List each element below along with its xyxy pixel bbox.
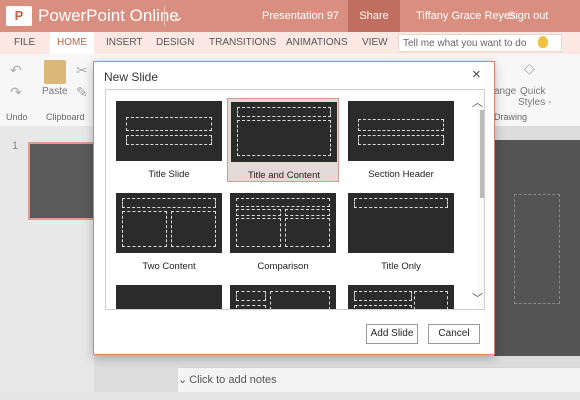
tab-animations[interactable]: ANIMATIONS [286,32,347,54]
title-placeholder [354,198,448,208]
layout-section-header[interactable]: Section Header [345,98,457,182]
chevron-down-icon[interactable]: ⌄ [178,374,187,386]
layout-thumbnail [348,193,454,253]
drawing-group-label: Drawing [494,112,528,122]
layout-blank[interactable] [113,282,225,309]
layout-thumbnail [230,193,336,253]
styles-label[interactable]: Styles - [518,97,551,108]
powerpoint-logo-icon: P [6,6,32,26]
title-placeholder [237,107,331,117]
layout-label: Two Content [142,261,196,272]
tab-view[interactable]: VIEW [362,32,388,54]
scroll-down-icon[interactable]: ﹀ [472,290,483,306]
tab-insert[interactable]: INSERT [106,32,143,54]
slide-placeholder[interactable] [514,194,560,304]
tab-transitions[interactable]: TRANSITIONS [209,32,276,54]
cut-icon[interactable]: ✂ [76,62,88,79]
layout-thumbnail [348,285,454,309]
layout-thumbnail [231,102,337,162]
heading-placeholder-right [285,209,330,216]
text-placeholder [358,135,444,145]
notes-pane[interactable]: ⌄ Click to add notes [178,367,580,392]
layout-label: Section Header [368,169,434,180]
quick-styles-label[interactable]: Quick [520,86,546,97]
arrange-label[interactable]: ange [494,86,516,97]
heading-placeholder-left [236,209,281,216]
layout-picture-with-caption[interactable] [345,282,457,309]
layout-label: Title Only [381,261,421,272]
clipboard-group-label: Clipboard [46,112,85,122]
layout-label: Title and Content [248,170,320,181]
layout-thumbnail [116,285,222,309]
lightbulb-icon [538,36,548,48]
tab-file[interactable]: FILE [14,32,35,54]
title-placeholder [358,119,444,131]
layout-title-and-content[interactable]: Title and Content [227,98,339,182]
format-painter-icon[interactable]: ✎ [76,84,88,101]
paste-button-label[interactable]: Paste [42,86,68,97]
title-placeholder [126,117,212,131]
paste-icon[interactable] [44,60,66,84]
text-placeholder [354,305,412,309]
layout-comparison[interactable]: Comparison [227,190,339,274]
scrollbar-thumb[interactable] [480,110,484,198]
subtitle-placeholder [126,135,212,145]
layout-title-slide[interactable]: Title Slide [113,98,225,182]
document-title[interactable]: Presentation 97 [262,10,339,22]
share-button[interactable]: Share [348,0,400,32]
layout-thumbnail [348,101,454,161]
title-bar: P PowerPoint Online ⌄ Presentation 97 Ti… [0,0,580,32]
title-placeholder [236,198,330,207]
redo-icon[interactable]: ↷ [10,84,22,101]
slide-thumbnail[interactable] [28,142,102,220]
scroll-up-icon[interactable]: ︿ [472,94,483,110]
cancel-button[interactable]: Cancel [428,324,480,344]
add-slide-button[interactable]: Add Slide [366,324,418,344]
layout-two-content[interactable]: Two Content [113,190,225,274]
layout-label: Comparison [257,261,309,272]
status-bar [0,392,580,400]
dialog-title: New Slide [104,70,159,84]
layout-gallery: Title Slide Title and Content Section He… [105,89,485,310]
notes-placeholder[interactable]: Click to add notes [189,374,276,386]
content-placeholder-right [171,211,216,247]
layout-label: Title Slide [148,169,190,180]
slide-number: 1 [12,140,19,152]
title-separator [164,6,165,26]
picture-placeholder [414,291,448,309]
title-placeholder [354,291,412,301]
text-placeholder [236,305,266,309]
app-name[interactable]: PowerPoint Online [38,6,179,26]
layout-thumbnail [116,193,222,253]
user-name[interactable]: Tiffany Grace Reyes [416,10,516,22]
slide-canvas[interactable] [494,140,580,356]
content-placeholder [237,120,331,156]
content-placeholder-right [285,218,330,247]
tab-home[interactable]: HOME [50,32,94,54]
sign-out-link[interactable]: Sign out [508,10,548,22]
chevron-down-icon[interactable]: ⌄ [172,7,184,25]
close-icon[interactable]: × [472,66,481,83]
layout-content-with-caption[interactable] [227,282,339,309]
layout-thumbnail [230,285,336,309]
new-slide-dialog: New Slide × Title Slide Title and Conten… [93,61,495,355]
undo-icon[interactable]: ↶ [10,62,22,79]
content-placeholder [270,291,330,309]
layout-thumbnail [116,101,222,161]
undo-group-label: Undo [6,112,28,122]
tab-design[interactable]: DESIGN [156,32,194,54]
title-placeholder [122,198,216,208]
content-placeholder-left [122,211,167,247]
quick-styles-icon[interactable]: ◇ [524,60,535,77]
content-placeholder-left [236,218,281,247]
layout-title-only[interactable]: Title Only [345,190,457,274]
title-placeholder [236,291,266,301]
